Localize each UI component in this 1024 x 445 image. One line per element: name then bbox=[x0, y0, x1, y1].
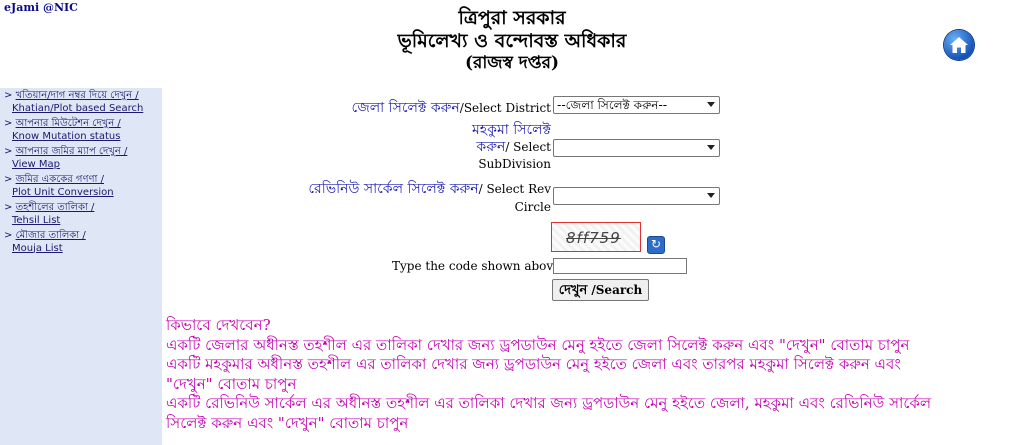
sidebar-item-plot-unit-conversion[interactable]: > জমির এককের গণণা / Plot Unit Conversion bbox=[4, 174, 114, 199]
subdivision-label: মহকুমা সিলেক্ট করুন/ Select SubDivision bbox=[472, 122, 551, 171]
sidebar-item-khatian-search[interactable]: > খতিয়ান/দাগ নম্বর দিয়ে দেখুন / Khatia… bbox=[4, 90, 143, 115]
help-line: "দেখুন" বোতাম চাপুন bbox=[166, 374, 297, 393]
help-line: একটি রেভিনিউ সার্কেল এর অধীনস্ত তহশীল এর… bbox=[166, 394, 932, 412]
chevron-down-icon bbox=[707, 145, 715, 150]
refresh-icon[interactable]: ↻ bbox=[647, 236, 665, 254]
sidebar-item-tehsil-list[interactable]: > তহশীলের তালিকা / Tehsil List bbox=[4, 202, 94, 227]
district-select[interactable]: --জেলা সিলেক্ট করুন-- bbox=[553, 96, 720, 114]
circle-label: রেভিনিউ সার্কেল সিলেক্ট করুন/ Select Rev… bbox=[308, 181, 551, 214]
sidebar-item-view-map[interactable]: > আপনার জমির ম্যাপ দেখুন / View Map bbox=[4, 146, 127, 171]
help-line: একটি জেলার অধীনস্ত তহশীল এর তালিকা দেখার… bbox=[166, 335, 910, 354]
sidebar-item-mouja-list[interactable]: > মৌজার তালিকা / Mouja List bbox=[4, 230, 86, 255]
subdivision-select[interactable] bbox=[553, 139, 720, 157]
search-button[interactable]: দেখুন /Search bbox=[552, 279, 649, 301]
district-label: জেলা সিলেক্ট করুন/Select District bbox=[351, 100, 551, 116]
header-line-3: (রাজস্ব দপ্তর) bbox=[464, 53, 560, 73]
page-header: ত্রিপুরা সরকার ভূমিলেখ্য ও বন্দোবস্ত অধি… bbox=[0, 0, 1024, 73]
sidebar-item-mutation-status[interactable]: > আপনার মিউটেশন দেখুন / Know Mutation st… bbox=[4, 118, 121, 143]
sidebar: > খতিয়ান/দাগ নম্বর দিয়ে দেখুন / Khatia… bbox=[0, 88, 162, 445]
circle-select[interactable] bbox=[553, 187, 720, 205]
captcha-input[interactable] bbox=[553, 258, 687, 274]
captcha-image: 8ff759 bbox=[551, 222, 641, 252]
help-section: কিভাবে দেখবেন? একটি জেলার অধীনস্ত তহশীল … bbox=[166, 316, 936, 433]
code-label: Type the code shown above bbox=[392, 259, 561, 273]
home-icon[interactable] bbox=[944, 30, 974, 60]
help-title: কিভাবে দেখবেন? bbox=[166, 316, 271, 334]
chevron-down-icon bbox=[707, 102, 715, 107]
chevron-down-icon bbox=[707, 193, 715, 198]
help-line: একটি মহকুমার অধীনস্ত তহশীল এর তালিকা দেখ… bbox=[166, 355, 901, 373]
help-line: সিলেক্ট করুন এবং "দেখুন" বোতাম চাপুন bbox=[166, 413, 409, 432]
